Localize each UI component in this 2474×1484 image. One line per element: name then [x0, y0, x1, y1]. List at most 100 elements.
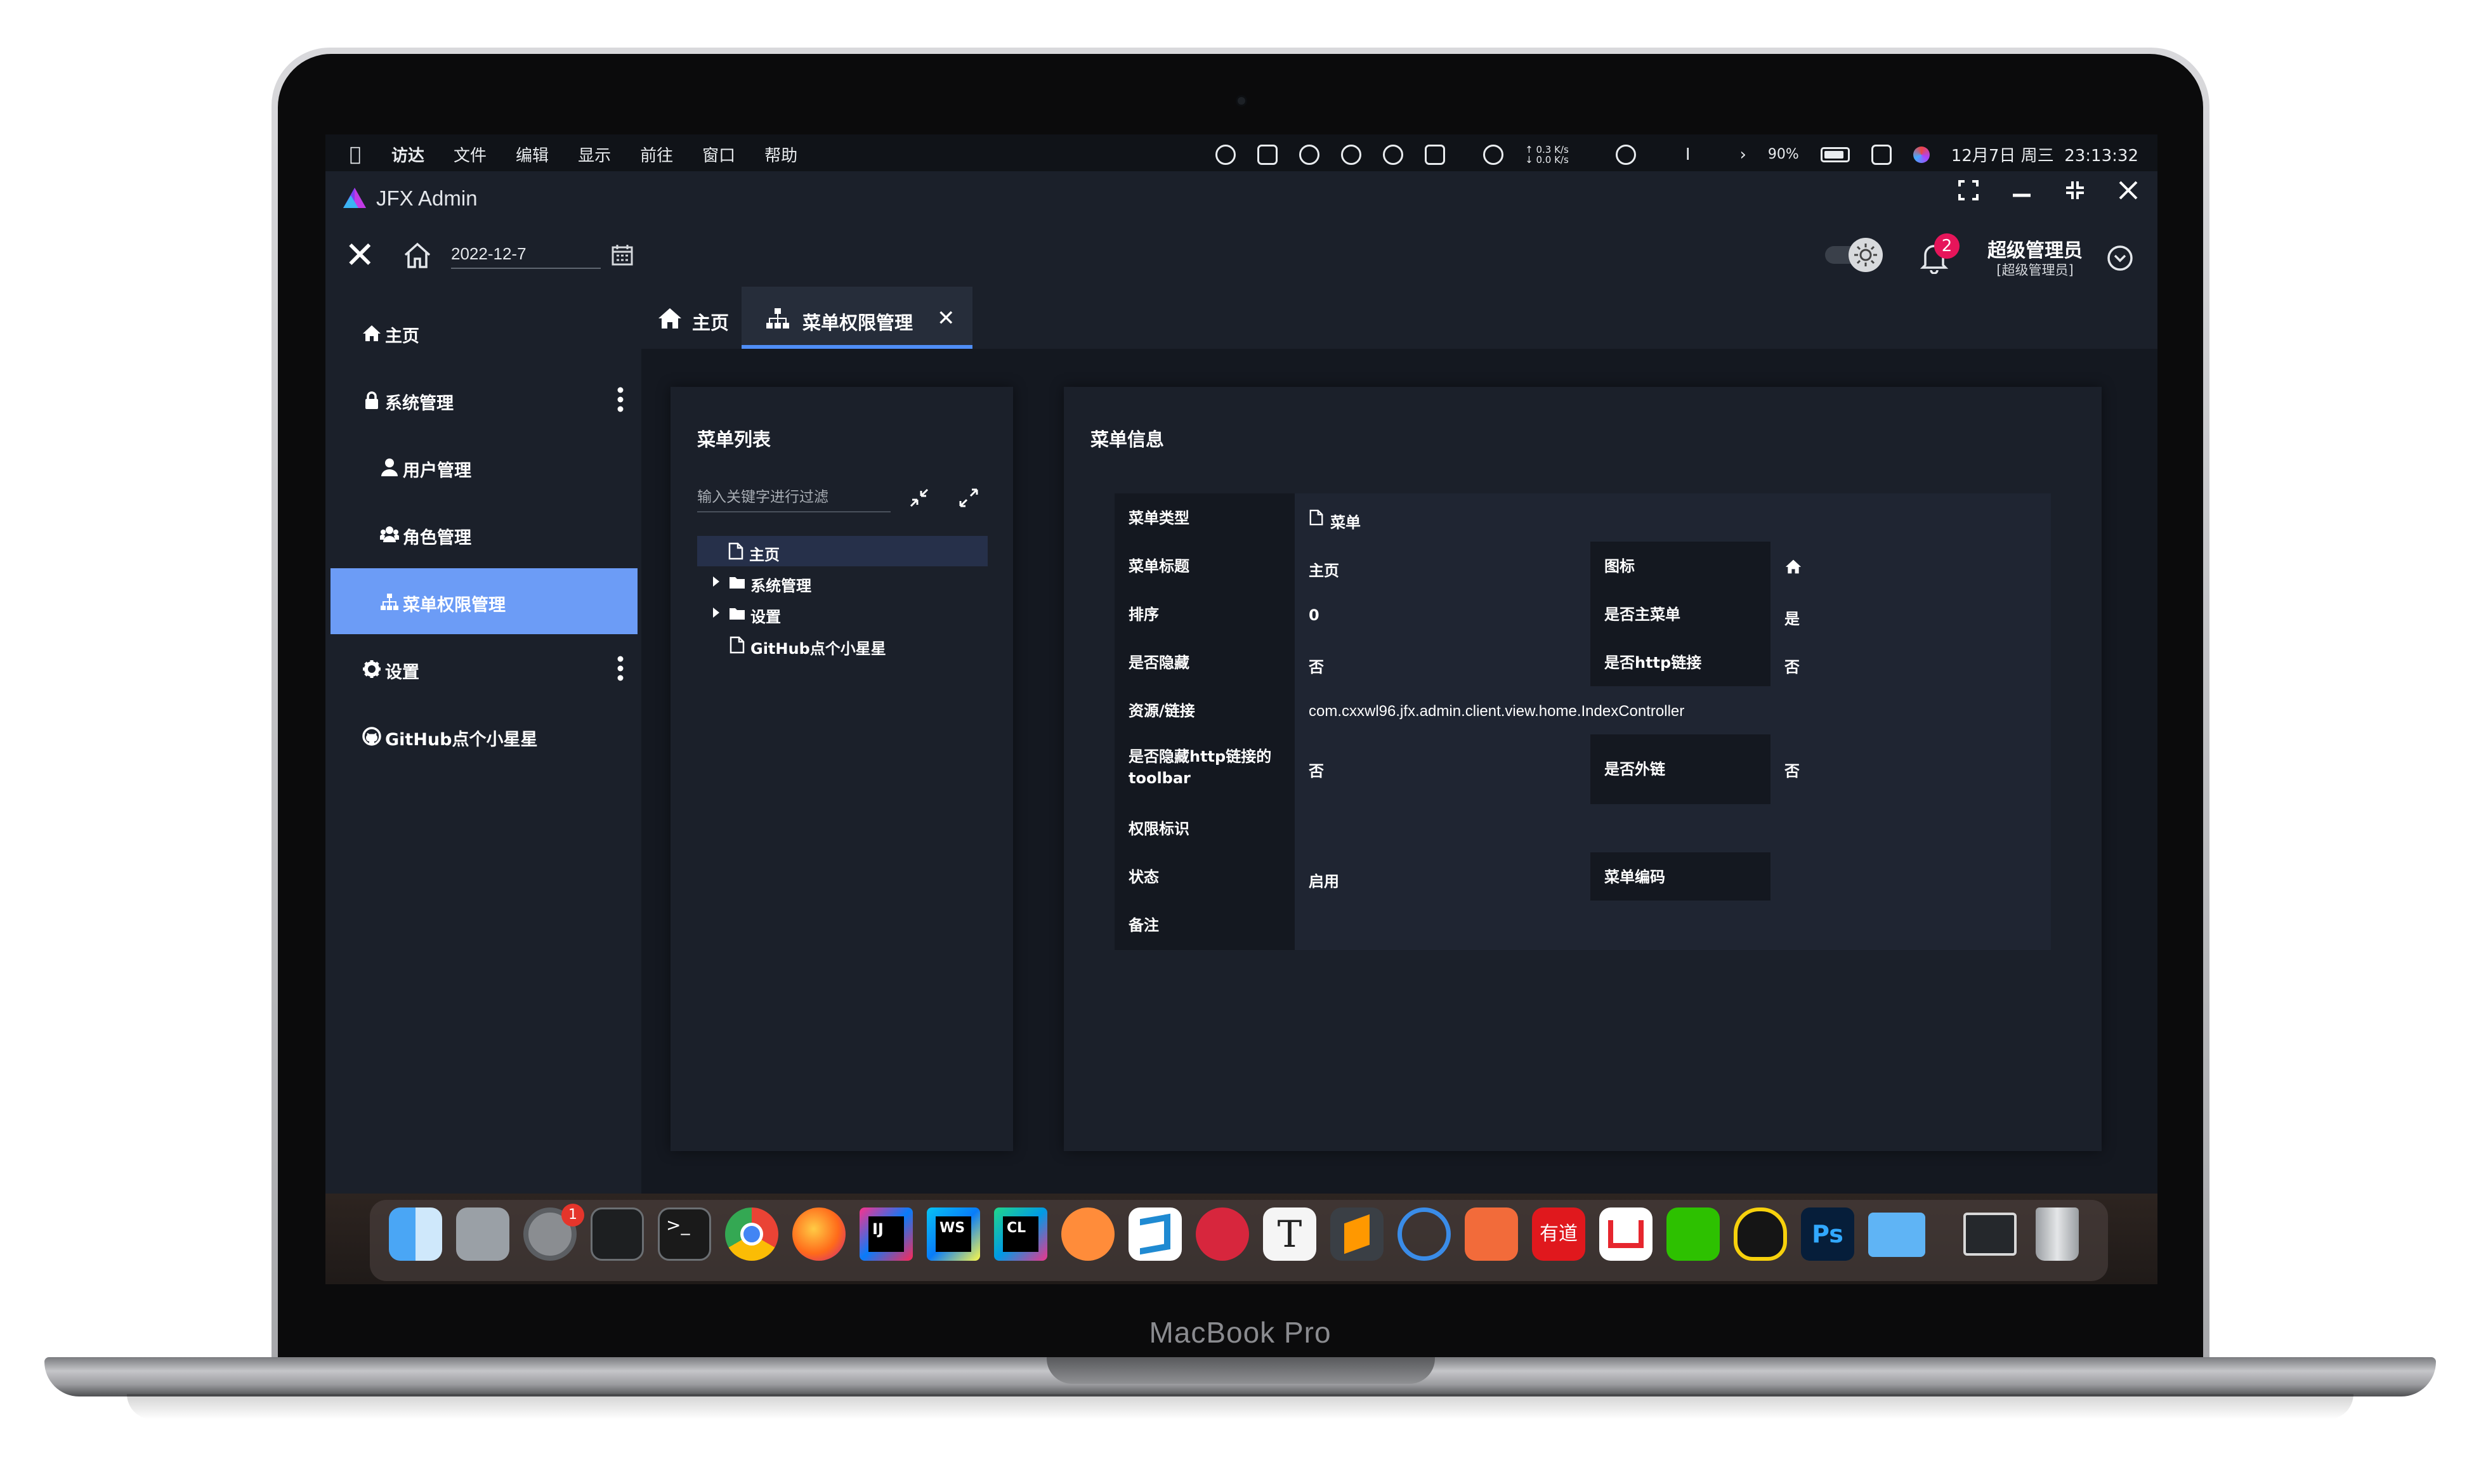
control-center-icon[interactable]	[1871, 144, 1892, 165]
tab-menu-permissions[interactable]: 菜单权限管理 ✕	[742, 287, 972, 349]
more-vertical-icon[interactable]	[617, 386, 624, 413]
hide-toolbar-text: 否	[1309, 762, 1324, 780]
menubar-view[interactable]: 显示	[578, 143, 611, 166]
tray-app-icon[interactable]	[1425, 144, 1446, 165]
trash-icon[interactable]	[2036, 1207, 2079, 1261]
sidebar-item-github[interactable]: GitHub点个小星星	[331, 703, 638, 769]
wechat-icon[interactable]	[1666, 1207, 1720, 1261]
tree-item-settings[interactable]: 设置	[697, 598, 988, 628]
chevron-right-icon[interactable]: ›	[1739, 145, 1746, 164]
pencil-app-icon[interactable]	[1465, 1207, 1518, 1261]
minimize-icon[interactable]	[2012, 180, 2032, 200]
tree-item-github[interactable]: GitHub点个小星星	[697, 630, 988, 660]
app-icon[interactable]	[1397, 1207, 1451, 1261]
activity-monitor-icon[interactable]	[591, 1207, 644, 1261]
caret-right-icon[interactable]	[712, 576, 720, 587]
launchpad-icon[interactable]	[456, 1207, 509, 1261]
tree-item-system[interactable]: 系统管理	[697, 567, 988, 597]
sidebar-item-label: 用户管理	[403, 461, 471, 481]
sidebar-item-users[interactable]: 用户管理	[331, 434, 638, 500]
is-http-label: 是否http链接	[1590, 638, 1770, 686]
date-picker-input[interactable]	[451, 240, 601, 269]
menubar-help[interactable]: 帮助	[764, 143, 797, 166]
youdao-icon[interactable]: 有道	[1532, 1207, 1585, 1261]
menubar-edit[interactable]: 编辑	[516, 143, 549, 166]
chrome-icon[interactable]	[725, 1207, 778, 1261]
dock: 1 >_ IJ WS CL T 有道 Ps	[325, 1194, 2157, 1284]
tray-shield-icon[interactable]	[1483, 144, 1504, 165]
sidebar-item-system[interactable]: 系统管理	[331, 367, 638, 433]
clion-icon[interactable]: CL	[994, 1207, 1047, 1261]
expand-all-icon[interactable]	[958, 487, 979, 509]
tray-app-icon[interactable]	[1383, 144, 1404, 165]
sidebar-item-roles[interactable]: 角色管理	[331, 501, 638, 567]
qq-icon[interactable]	[1734, 1207, 1787, 1261]
folder-icon	[730, 577, 745, 589]
terminal-icon[interactable]: >_	[658, 1207, 711, 1261]
battery-icon[interactable]	[1820, 146, 1850, 162]
sidebar-item-label: 角色管理	[403, 528, 471, 548]
battery-percent[interactable]: 90%	[1768, 146, 1799, 162]
hidden-value: 否	[1295, 638, 1590, 686]
sidebar-item-home[interactable]: 主页	[331, 299, 638, 365]
is-main-menu-value: 是	[1770, 590, 2051, 638]
menubar-clock[interactable]: 12月7日 周三 23:13:32	[1951, 143, 2138, 166]
menubar-app-name[interactable]: 访达	[391, 143, 424, 166]
apple-menu-icon[interactable]: 	[350, 143, 361, 166]
calendar-icon[interactable]	[611, 244, 634, 266]
tray-bell-icon[interactable]	[1299, 144, 1320, 165]
tree-filter-input[interactable]	[697, 482, 891, 512]
vscode-icon[interactable]	[1129, 1207, 1182, 1261]
menu-code-label: 菜单编码	[1590, 852, 1770, 901]
close-window-icon[interactable]	[2118, 180, 2138, 200]
tab-home[interactable]: 主页	[641, 287, 735, 349]
collapse-all-icon[interactable]	[908, 487, 930, 509]
menubar-window[interactable]: 窗口	[702, 143, 735, 166]
tray-wechat-icon[interactable]	[1615, 144, 1636, 165]
permission-label: 权限标识	[1115, 804, 1295, 852]
tray-app-icon[interactable]	[1257, 144, 1278, 165]
tab-label: 菜单权限管理	[802, 312, 913, 334]
restore-icon[interactable]	[2065, 180, 2085, 200]
caret-right-icon[interactable]	[712, 607, 720, 618]
siri-icon[interactable]	[1913, 146, 1930, 163]
sidebar-item-menu-permissions[interactable]: 菜单权限管理	[331, 568, 638, 634]
github-icon	[362, 727, 381, 746]
tab-close-icon[interactable]: ✕	[937, 306, 955, 331]
menu-type-text: 菜单	[1330, 514, 1361, 531]
status-label: 状态	[1115, 852, 1295, 901]
folder-icon[interactable]	[1868, 1213, 1925, 1257]
menubar-file[interactable]: 文件	[454, 143, 487, 166]
theme-toggle-switch[interactable]	[1821, 237, 1891, 273]
device-brand-label: MacBook Pro	[1149, 1316, 1332, 1349]
menubar-go[interactable]: 前往	[640, 143, 673, 166]
sidebar-item-settings[interactable]: 设置	[331, 635, 638, 701]
sort-text: 0	[1309, 606, 1319, 624]
menu-title-value: 主页	[1295, 542, 1590, 590]
home-icon[interactable]	[403, 241, 432, 270]
fullscreen-icon[interactable]	[1958, 180, 1979, 200]
intellij-icon[interactable]: IJ	[860, 1207, 913, 1261]
tray-input-separator[interactable]: I	[1685, 145, 1691, 164]
app-icon[interactable]	[1061, 1207, 1115, 1261]
chevron-down-circle-icon[interactable]	[2107, 245, 2133, 271]
wps-icon[interactable]	[1599, 1207, 1653, 1261]
menu-title-label: 菜单标题	[1115, 542, 1295, 590]
camera	[1236, 95, 1247, 107]
firefox-icon[interactable]	[792, 1207, 846, 1261]
typora-icon[interactable]: T	[1263, 1207, 1316, 1261]
webstorm-icon[interactable]: WS	[927, 1207, 980, 1261]
user-name[interactable]: 超级管理员	[1978, 235, 2092, 263]
app-icon[interactable]	[1196, 1207, 1249, 1261]
tray-app-icon[interactable]	[1341, 144, 1362, 165]
finder-icon[interactable]	[389, 1207, 442, 1261]
window-icon[interactable]	[1963, 1213, 2017, 1256]
more-vertical-icon[interactable]	[617, 654, 624, 682]
sublime-text-icon[interactable]	[1330, 1207, 1384, 1261]
tree-item-home[interactable]: 主页	[697, 536, 988, 566]
file-icon	[1309, 509, 1323, 526]
close-sidebar-button[interactable]: ✕	[344, 237, 376, 273]
tray-app-icon[interactable]	[1215, 144, 1236, 165]
network-speed[interactable]: ↑ 0.3 K/s ↓ 0.0 K/s	[1525, 145, 1569, 165]
photoshop-icon[interactable]: Ps	[1801, 1207, 1854, 1261]
